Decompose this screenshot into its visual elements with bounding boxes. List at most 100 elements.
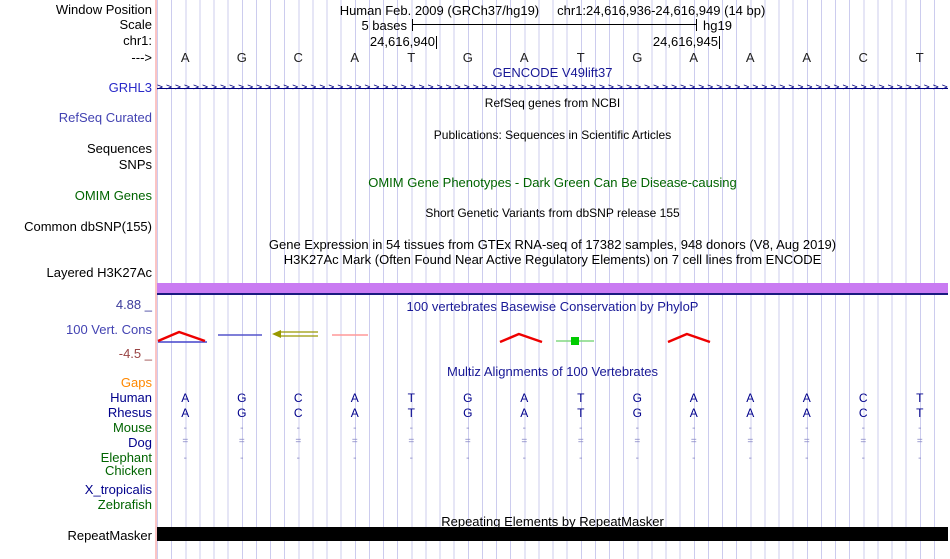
dog-gap-14: = [916, 436, 923, 447]
human-base-10: A [689, 391, 698, 405]
track-label-omim-genes[interactable]: OMIM Genes [0, 189, 152, 202]
track-label-scale[interactable]: Scale [0, 18, 152, 31]
dog-gap-2: = [238, 436, 245, 447]
track-label-sequences[interactable]: Sequences [0, 142, 152, 155]
rhesus-base-10: A [689, 406, 698, 420]
mouse-gap-4: - [353, 423, 357, 434]
track-title-phylop[interactable]: 100 vertebrates Basewise Conservation by… [157, 300, 948, 313]
mouse-gap-10: - [692, 423, 696, 434]
mouse-gap-8: - [579, 423, 583, 434]
human-base-9: G [632, 391, 642, 405]
mouse-gap-5: - [409, 423, 413, 434]
scale-ruler-line [413, 24, 696, 25]
dog-gap-9: = [634, 436, 641, 447]
window-position-header: Human Feb. 2009 (GRCh37/hg19) chr1:24,616… [157, 3, 948, 18]
scale-ruler [412, 19, 697, 31]
human-base-1: A [181, 391, 190, 405]
grhl3-gene-intron-arrows[interactable]: >>>>>>>>>>>>>>>>>>>>>>>>>>>>>>>>>>>>>>>>… [157, 82, 948, 94]
multiz-row-dog: = = = = = = = = = = = = = = [157, 437, 948, 447]
track-label-strand[interactable]: ---> [0, 51, 152, 64]
position-label: chr1:24,616,936-24,616,949 (14 bp) [557, 3, 766, 18]
track-label-chr1[interactable]: chr1: [0, 34, 152, 47]
track-label-layered-h3k27ac[interactable]: Layered H3K27Ac [0, 266, 152, 279]
elephant-gap-10: - [692, 453, 696, 464]
dog-gap-7: = [521, 436, 528, 447]
human-base-2: G [237, 391, 247, 405]
track-label-repeatmasker[interactable]: RepeatMasker [0, 529, 152, 542]
base-4: A [350, 50, 360, 65]
multiz-row-human: AGCATGATGAAACT [157, 391, 948, 405]
elephant-gap-14: - [918, 453, 922, 464]
coordinate-right-tick [719, 36, 720, 49]
track-label-human[interactable]: Human [0, 391, 152, 404]
track-label-rhesus[interactable]: Rhesus [0, 406, 152, 419]
track-title-refseq[interactable]: RefSeq genes from NCBI [157, 97, 948, 110]
track-label-gaps[interactable]: Gaps [0, 376, 152, 389]
assembly-label: Human Feb. 2009 (GRCh37/hg19) [339, 3, 540, 18]
elephant-gap-2: - [240, 453, 244, 464]
track-label-snps[interactable]: SNPs [0, 158, 152, 171]
track-title-omim[interactable]: OMIM Gene Phenotypes - Dark Green Can Be… [157, 176, 948, 189]
rhesus-base-2: G [237, 406, 247, 420]
track-title-multiz[interactable]: Multiz Alignments of 100 Vertebrates [157, 365, 948, 378]
elephant-gap-8: - [579, 453, 583, 464]
human-base-4: A [350, 391, 359, 405]
track-label-dog[interactable]: Dog [0, 436, 152, 449]
dog-gap-8: = [577, 436, 584, 447]
rhesus-base-6: G [463, 406, 473, 420]
genome-browser-image: Human Feb. 2009 (GRCh37/hg19) chr1:24,616… [0, 0, 950, 559]
track-label-x-tropicalis[interactable]: X_tropicalis [0, 483, 152, 496]
mouse-gap-7: - [522, 423, 526, 434]
dog-gap-4: = [351, 436, 358, 447]
base-6: G [462, 50, 473, 65]
base-2: G [236, 50, 247, 65]
dog-gap-12: = [803, 436, 810, 447]
rhesus-base-1: A [181, 406, 190, 420]
rhesus-base-5: T [407, 406, 415, 420]
elephant-gap-7: - [522, 453, 526, 464]
rhesus-base-11: A [746, 406, 755, 420]
track-title-repeatmasker-title[interactable]: Repeating Elements by RepeatMasker [157, 515, 948, 528]
track-title-dbsnp[interactable]: Short Genetic Variants from dbSNP releas… [157, 207, 948, 220]
human-base-7: A [520, 391, 529, 405]
track-label-cons-max[interactable]: 4.88 _ [0, 298, 152, 311]
assembly-short-label: hg19 [703, 18, 732, 33]
track-label-window-position[interactable]: Window Position [0, 3, 152, 16]
base-9: G [632, 50, 643, 65]
track-label-chicken[interactable]: Chicken [0, 464, 152, 477]
layered-h3k27ac-signal-bar[interactable] [157, 283, 948, 295]
dog-gap-3: = [295, 436, 302, 447]
base-1: A [180, 50, 190, 65]
rhesus-base-4: A [350, 406, 359, 420]
base-3: C [293, 50, 303, 65]
rhesus-base-9: G [632, 406, 642, 420]
base-5: T [407, 50, 416, 65]
track-label-cons-min[interactable]: -4.5 _ [0, 347, 152, 360]
rhesus-base-14: T [916, 406, 924, 420]
track-label-grhl3[interactable]: GRHL3 [0, 81, 152, 94]
phylop-conservation-wiggle[interactable] [157, 326, 948, 350]
track-label-mouse[interactable]: Mouse [0, 421, 152, 434]
track-label-refseq-curated[interactable]: RefSeq Curated [0, 111, 152, 124]
base-11: A [745, 50, 755, 65]
track-title-gtex[interactable]: Gene Expression in 54 tissues from GTEx … [157, 238, 948, 251]
track-label-common-dbsnp[interactable]: Common dbSNP(155) [0, 220, 152, 233]
multiz-row-rhesus: AGCATGATGAAACT [157, 406, 948, 420]
mouse-gap-6: - [466, 423, 470, 434]
base-10: A [689, 50, 699, 65]
elephant-gap-11: - [748, 453, 752, 464]
human-base-5: T [407, 391, 415, 405]
rhesus-base-3: C [293, 406, 303, 420]
track-title-gencode[interactable]: GENCODE V49lift37 [157, 66, 948, 79]
track-title-h3k27ac[interactable]: H3K27Ac Mark (Often Found Near Active Re… [157, 253, 948, 266]
rhesus-base-12: A [802, 406, 811, 420]
base-sequence-row: AGCATGATGAAACT [157, 50, 948, 65]
track-title-publications[interactable]: Publications: Sequences in Scientific Ar… [157, 129, 948, 142]
repeatmasker-element-bar[interactable] [157, 527, 948, 541]
base-7: A [519, 50, 529, 65]
track-label-zebrafish[interactable]: Zebrafish [0, 498, 152, 511]
human-base-14: T [916, 391, 924, 405]
track-label-vert-cons[interactable]: 100 Vert. Cons [0, 323, 152, 336]
elephant-gap-9: - [635, 453, 639, 464]
human-base-3: C [293, 391, 303, 405]
